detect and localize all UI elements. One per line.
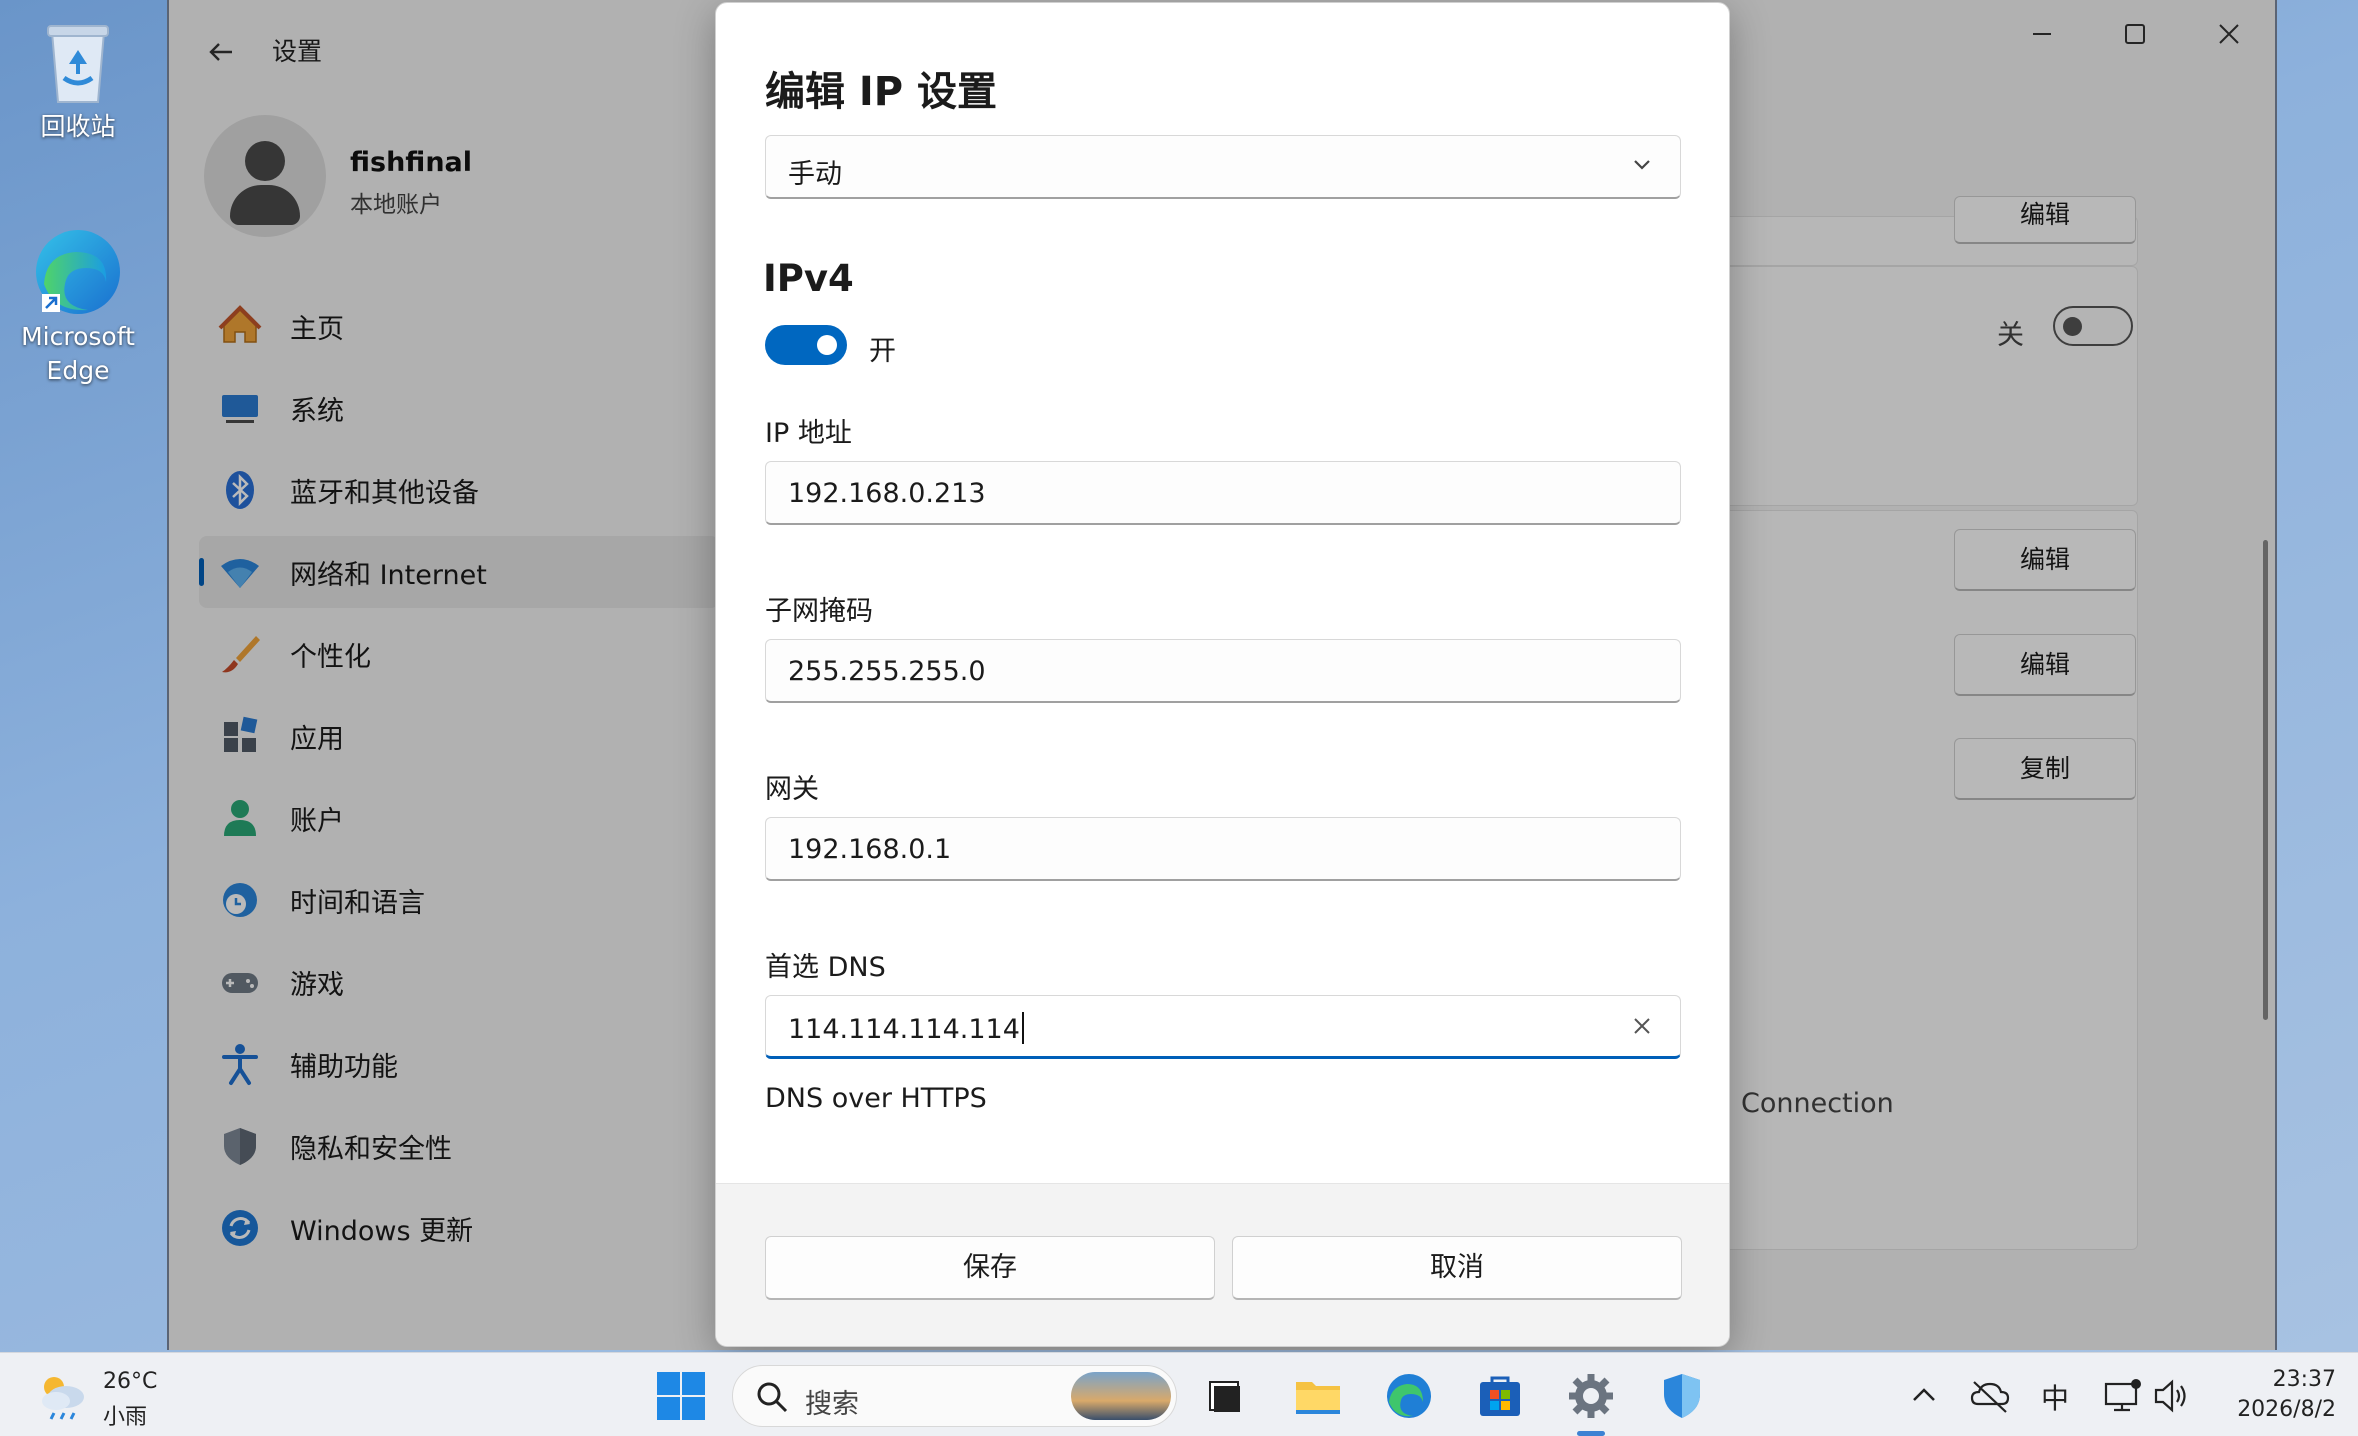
gateway-field[interactable]: 192.168.0.1	[765, 817, 1681, 881]
clear-input-button[interactable]	[1626, 1010, 1658, 1042]
subnet-mask-field[interactable]: 255.255.255.0	[765, 639, 1681, 703]
text-caret	[1021, 1012, 1024, 1044]
gear-icon	[1569, 1374, 1613, 1418]
network-status[interactable]	[2100, 1370, 2144, 1422]
store-icon	[1480, 1376, 1520, 1416]
tray-overflow-button[interactable]	[1906, 1370, 1942, 1422]
edge-label-text: Microsoft Edge	[21, 322, 135, 385]
ipv4-toggle[interactable]	[765, 325, 847, 365]
clock[interactable]: 23:37 2026/8/2	[2237, 1365, 2336, 1425]
search-highlight-image	[1071, 1372, 1171, 1420]
gateway-value: 192.168.0.1	[788, 834, 952, 865]
ime-indicator[interactable]: 中	[2041, 1377, 2069, 1417]
ip-address-value: 192.168.0.213	[788, 478, 986, 509]
ip-mode-value: 手动	[788, 159, 842, 190]
task-view-button[interactable]	[1200, 1370, 1252, 1422]
clock-date: 2026/8/2	[2237, 1397, 2336, 1422]
preferred-dns-value-wrap: 114.114.114.114	[788, 1012, 1024, 1045]
ip-mode-select[interactable]: 手动	[765, 135, 1681, 199]
preferred-dns-field[interactable]: 114.114.114.114	[765, 995, 1681, 1059]
search-icon	[757, 1382, 788, 1413]
file-explorer-button[interactable]	[1292, 1370, 1344, 1422]
edge-icon	[1387, 1374, 1431, 1418]
edge-icon	[30, 224, 126, 320]
desktop-icon-recycle-bin[interactable]: 回收站	[12, 14, 144, 144]
search-placeholder: 搜索	[805, 1389, 859, 1420]
settings-taskbar-button[interactable]	[1565, 1370, 1617, 1422]
edge-taskbar-button[interactable]	[1383, 1370, 1435, 1422]
network-icon	[2104, 1379, 2141, 1412]
windows-logo-icon	[657, 1372, 705, 1420]
weather-rain-icon	[42, 1377, 84, 1420]
dns-over-https-label: DNS over HTTPS	[765, 1083, 987, 1114]
security-button[interactable]	[1656, 1370, 1708, 1422]
security-shield-icon	[1664, 1374, 1700, 1418]
recycle-bin-icon	[30, 14, 126, 110]
store-button[interactable]	[1474, 1370, 1526, 1422]
subnet-mask-label: 子网掩码	[765, 596, 873, 627]
close-icon	[1634, 1018, 1650, 1034]
volume-status[interactable]	[2150, 1370, 2194, 1422]
ipv4-toggle-label: 开	[869, 336, 896, 367]
weather-widget[interactable]	[34, 1367, 86, 1420]
ip-address-field[interactable]: 192.168.0.213	[765, 461, 1681, 525]
gateway-label: 网关	[765, 774, 819, 805]
desktop-icon-edge[interactable]: Microsoft Edge	[12, 224, 144, 388]
desktop-icon-label: Microsoft Edge	[12, 320, 144, 388]
clock-time: 23:37	[2272, 1367, 2336, 1392]
chevron-up-icon	[1913, 1388, 1935, 1401]
start-button[interactable]	[655, 1370, 707, 1422]
weather-desc: 小雨	[103, 1405, 148, 1430]
taskbar: 26°C 小雨 搜索 中 23:37 2026/8/2	[0, 1352, 2358, 1436]
weather-temp: 26°C	[103, 1369, 158, 1394]
ip-address-label: IP 地址	[765, 418, 852, 449]
save-button[interactable]: 保存	[765, 1236, 1215, 1300]
active-app-indicator	[1577, 1431, 1605, 1436]
taskbar-search[interactable]: 搜索	[732, 1365, 1177, 1427]
subnet-mask-value: 255.255.255.0	[788, 656, 986, 687]
folder-icon	[1296, 1382, 1340, 1414]
preferred-dns-value: 114.114.114.114	[788, 1014, 1020, 1045]
ipv4-heading: IPv4	[763, 257, 854, 300]
onedrive-status[interactable]	[1968, 1370, 2012, 1422]
chevron-down-icon	[1630, 150, 1654, 180]
cloud-off-icon	[1970, 1381, 2010, 1413]
dialog-title: 编辑 IP 设置	[765, 69, 998, 115]
speaker-icon	[2154, 1379, 2186, 1413]
cancel-button[interactable]: 取消	[1232, 1236, 1682, 1300]
task-view-icon	[1209, 1381, 1240, 1412]
edit-ip-dialog: 编辑 IP 设置 手动 IPv4 开 IP 地址 192.168.0.213 子…	[715, 2, 1730, 1347]
desktop-icon-label: 回收站	[40, 112, 116, 141]
preferred-dns-label: 首选 DNS	[765, 952, 886, 983]
dialog-footer: 保存 取消	[716, 1183, 1729, 1346]
